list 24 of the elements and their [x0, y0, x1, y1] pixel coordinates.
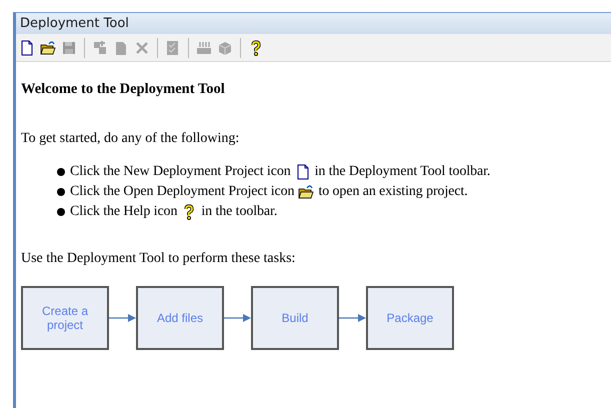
instruction-text: Click the Help icon	[70, 204, 178, 220]
step-box: Package	[366, 286, 454, 350]
instruction-text: to open an existing project.	[318, 184, 468, 200]
intro-text: To get started, do any of the following:	[21, 131, 240, 147]
arrow-icon	[109, 313, 136, 323]
step-box: Add files	[136, 286, 224, 350]
instruction-text: in the toolbar.	[201, 204, 278, 220]
window-title: Deployment Tool	[20, 16, 129, 31]
new-file-icon	[294, 164, 311, 180]
arrow-icon	[224, 313, 251, 323]
bullet-icon	[57, 188, 65, 196]
instruction-text: Click the Open Deployment Project icon	[70, 184, 294, 200]
new-file-icon[interactable]	[19, 40, 35, 56]
instruction-text: Click the New Deployment Project icon	[70, 164, 291, 180]
open-folder-icon	[298, 184, 314, 200]
tasks-text: Use the Deployment Tool to perform these tasks:	[21, 251, 296, 267]
arrow-icon	[339, 313, 366, 323]
step-box: Create a project	[21, 286, 109, 350]
bullet-icon	[57, 168, 65, 176]
bullet-icon	[57, 208, 65, 216]
open-folder-icon[interactable]	[40, 40, 56, 56]
instruction-text: in the Deployment Tool toolbar.	[314, 164, 490, 180]
welcome-heading: Welcome to the Deployment Tool	[21, 81, 226, 98]
step-box: Build	[251, 286, 339, 350]
